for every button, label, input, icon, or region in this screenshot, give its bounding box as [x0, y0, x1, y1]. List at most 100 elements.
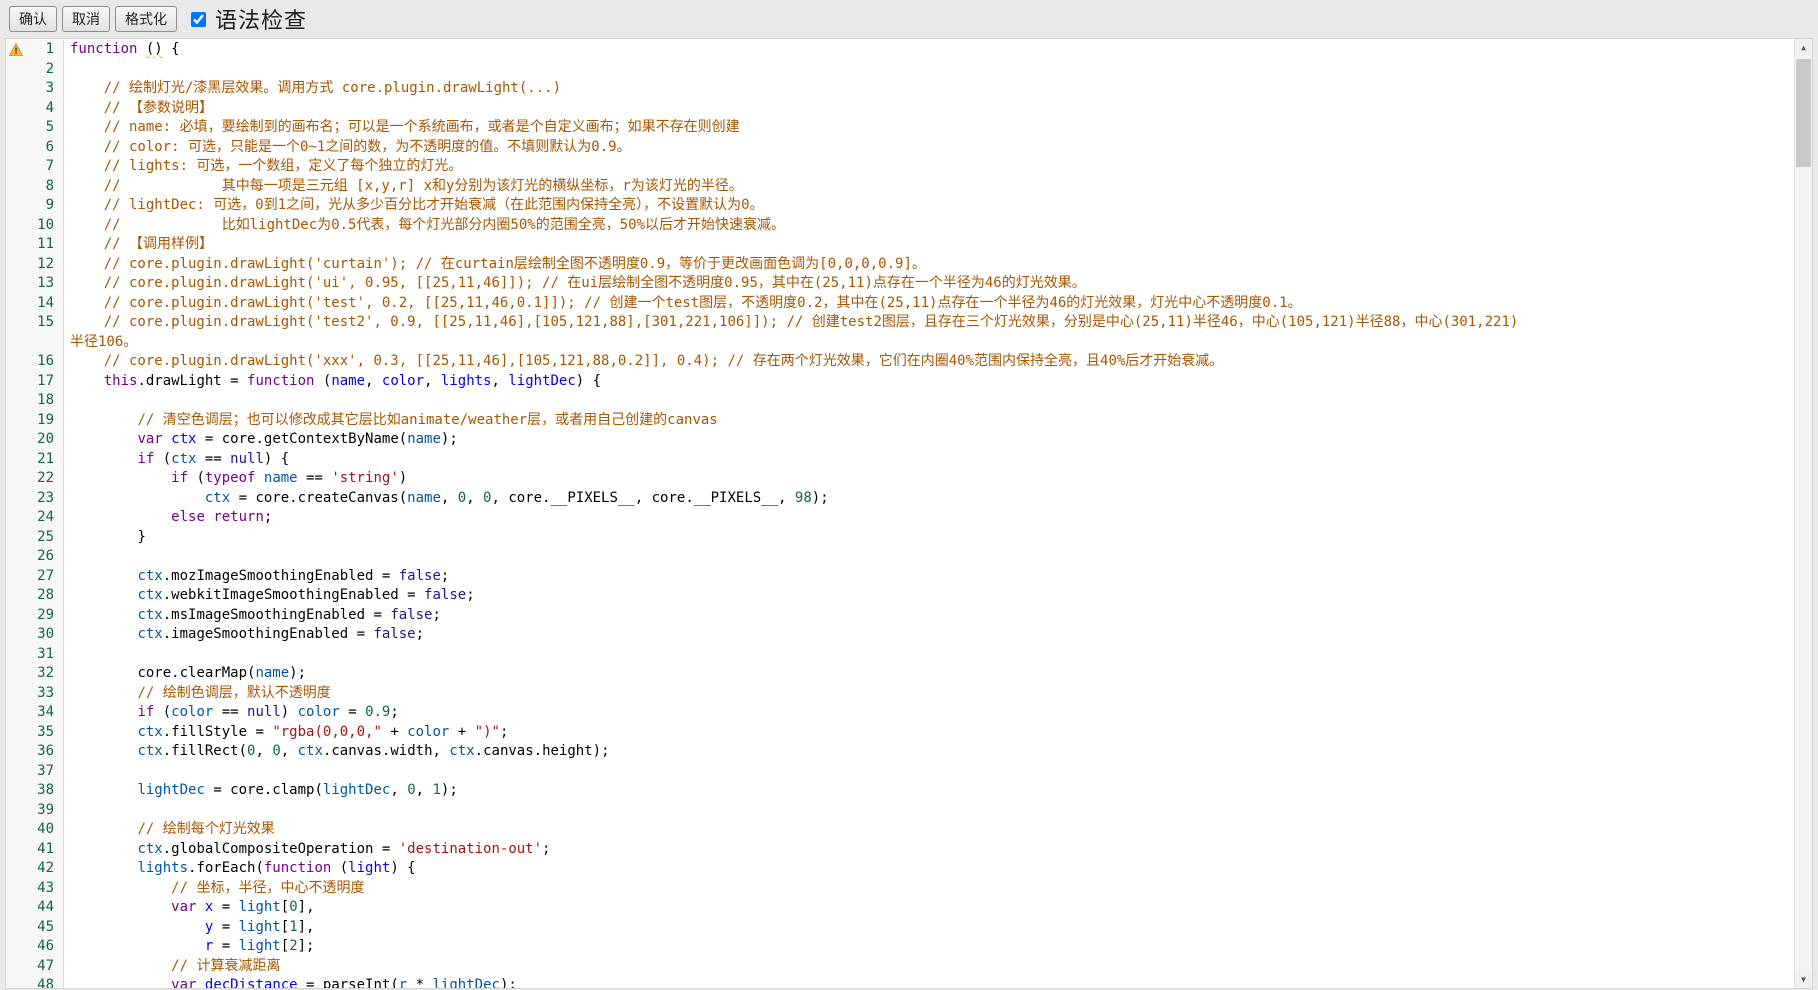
code-line: 31	[6, 645, 1795, 665]
scroll-down-icon[interactable]: ▼	[1795, 971, 1812, 988]
line-number: 47	[6, 957, 63, 977]
gutter-cell: 17	[6, 372, 64, 392]
gutter-cell: 28	[6, 586, 64, 606]
line-number: 14	[6, 294, 63, 314]
gutter-cell: 3	[6, 79, 64, 99]
code-text[interactable]: y = light[1],	[64, 918, 1795, 938]
gutter-cell: 32	[6, 664, 64, 684]
code-text[interactable]: if (color == null) color = 0.9;	[64, 703, 1795, 723]
code-text[interactable]: this.drawLight = function (name, color, …	[64, 372, 1795, 392]
gutter-cell: 39	[6, 801, 64, 821]
code-line: 20 var ctx = core.getContextByName(name)…	[6, 430, 1795, 450]
gutter-cell: 15	[6, 313, 64, 333]
line-number: 19	[6, 411, 63, 431]
line-number: 33	[6, 684, 63, 704]
svg-text:!: !	[14, 47, 18, 56]
code-text[interactable]: // 坐标，半径，中心不透明度	[64, 879, 1795, 899]
code-lines[interactable]: !1function () {23 // 绘制灯光/漆黑层效果。调用方式 cor…	[6, 39, 1795, 989]
confirm-button[interactable]: 确认	[9, 6, 57, 32]
code-text[interactable]: // core.plugin.drawLight('test2', 0.9, […	[64, 313, 1795, 333]
code-text[interactable]: // 【参数说明】	[64, 99, 1795, 119]
code-text[interactable]: 半径106。	[64, 333, 1795, 353]
code-line: 12 // core.plugin.drawLight('curtain'); …	[6, 255, 1795, 275]
code-text[interactable]: r = light[2];	[64, 937, 1795, 957]
gutter-cell: 26	[6, 547, 64, 567]
code-line: 21 if (ctx == null) {	[6, 450, 1795, 470]
scrollbar-thumb[interactable]	[1796, 59, 1811, 167]
code-text[interactable]: // 绘制色调层，默认不透明度	[64, 684, 1795, 704]
code-text[interactable]: var x = light[0],	[64, 898, 1795, 918]
line-number: 38	[6, 781, 63, 801]
code-text[interactable]: ctx.fillRect(0, 0, ctx.canvas.width, ctx…	[64, 742, 1795, 762]
code-line: 35 ctx.fillStyle = "rgba(0,0,0," + color…	[6, 723, 1795, 743]
code-text[interactable]: core.clearMap(name);	[64, 664, 1795, 684]
line-number: 15	[6, 313, 63, 333]
code-line: 26	[6, 547, 1795, 567]
code-line: 33 // 绘制色调层，默认不透明度	[6, 684, 1795, 704]
code-text[interactable]: // 【调用样例】	[64, 235, 1795, 255]
code-text[interactable]: ctx = core.createCanvas(name, 0, 0, core…	[64, 489, 1795, 509]
gutter-cell: 24	[6, 508, 64, 528]
code-text[interactable]: var decDistance = parseInt(r * lightDec)…	[64, 976, 1795, 989]
code-text[interactable]: var ctx = core.getContextByName(name);	[64, 430, 1795, 450]
code-text[interactable]	[64, 762, 1795, 782]
code-text[interactable]: if (ctx == null) {	[64, 450, 1795, 470]
code-text[interactable]: ctx.imageSmoothingEnabled = false;	[64, 625, 1795, 645]
code-text[interactable]: ctx.webkitImageSmoothingEnabled = false;	[64, 586, 1795, 606]
line-number: 24	[6, 508, 63, 528]
code-text[interactable]: // 清空色调层；也可以修改成其它层比如animate/weather层，或者用…	[64, 411, 1795, 431]
code-text[interactable]: // 绘制每个灯光效果	[64, 820, 1795, 840]
code-text[interactable]: lights.forEach(function (light) {	[64, 859, 1795, 879]
code-line: 8 // 其中每一项是三元组 [x,y,r] x和y分别为该灯光的横纵坐标，r为…	[6, 177, 1795, 197]
code-editor[interactable]: !1function () {23 // 绘制灯光/漆黑层效果。调用方式 cor…	[5, 38, 1813, 989]
gutter-cell: 2	[6, 60, 64, 80]
code-text[interactable]: function () {	[64, 40, 1795, 60]
gutter-cell: !1	[6, 40, 64, 60]
vertical-scrollbar[interactable]: ▲ ▼	[1794, 39, 1812, 988]
syntax-check-checkbox[interactable]	[191, 12, 206, 27]
code-text[interactable]	[64, 801, 1795, 821]
code-text[interactable]: // 绘制灯光/漆黑层效果。调用方式 core.plugin.drawLight…	[64, 79, 1795, 99]
line-number: 2	[6, 60, 63, 80]
code-text[interactable]: // 其中每一项是三元组 [x,y,r] x和y分别为该灯光的横纵坐标，r为该灯…	[64, 177, 1795, 197]
code-text[interactable]: }	[64, 528, 1795, 548]
code-text[interactable]	[64, 60, 1795, 80]
code-text[interactable]: ctx.msImageSmoothingEnabled = false;	[64, 606, 1795, 626]
gutter-cell	[6, 333, 64, 353]
gutter-cell: 35	[6, 723, 64, 743]
cancel-button[interactable]: 取消	[62, 6, 110, 32]
code-text[interactable]: // name: 必填，要绘制到的画布名；可以是一个系统画布，或者是个自定义画布…	[64, 118, 1795, 138]
code-text[interactable]: // color: 可选，只能是一个0~1之间的数，为不透明度的值。不填则默认为…	[64, 138, 1795, 158]
code-text[interactable]: // core.plugin.drawLight('curtain'); // …	[64, 255, 1795, 275]
code-text[interactable]	[64, 391, 1795, 411]
code-line: 48 var decDistance = parseInt(r * lightD…	[6, 976, 1795, 989]
code-text[interactable]: else return;	[64, 508, 1795, 528]
code-text[interactable]: // lights: 可选，一个数组，定义了每个独立的灯光。	[64, 157, 1795, 177]
gutter-cell: 41	[6, 840, 64, 860]
code-text[interactable]: ctx.fillStyle = "rgba(0,0,0," + color + …	[64, 723, 1795, 743]
code-text[interactable]: // core.plugin.drawLight('ui', 0.95, [[2…	[64, 274, 1795, 294]
scroll-up-icon[interactable]: ▲	[1795, 39, 1812, 56]
code-text[interactable]: // 计算衰减距离	[64, 957, 1795, 977]
line-number: 41	[6, 840, 63, 860]
line-number: 11	[6, 235, 63, 255]
code-line: 半径106。	[6, 333, 1795, 353]
gutter-cell: 29	[6, 606, 64, 626]
code-text[interactable]: lightDec = core.clamp(lightDec, 0, 1);	[64, 781, 1795, 801]
code-text[interactable]: if (typeof name == 'string')	[64, 469, 1795, 489]
line-number: 17	[6, 372, 63, 392]
code-line: 40 // 绘制每个灯光效果	[6, 820, 1795, 840]
format-button[interactable]: 格式化	[115, 6, 177, 32]
code-text[interactable]: // core.plugin.drawLight('xxx', 0.3, [[2…	[64, 352, 1795, 372]
gutter-cell: 34	[6, 703, 64, 723]
gutter-cell: 43	[6, 879, 64, 899]
code-text[interactable]: ctx.globalCompositeOperation = 'destinat…	[64, 840, 1795, 860]
code-text[interactable]: // core.plugin.drawLight('test', 0.2, [[…	[64, 294, 1795, 314]
code-line: 36 ctx.fillRect(0, 0, ctx.canvas.width, …	[6, 742, 1795, 762]
gutter-cell: 45	[6, 918, 64, 938]
code-text[interactable]	[64, 645, 1795, 665]
code-text[interactable]: ctx.mozImageSmoothingEnabled = false;	[64, 567, 1795, 587]
code-text[interactable]: // 比如lightDec为0.5代表，每个灯光部分内圈50%的范围全亮，50%…	[64, 216, 1795, 236]
code-text[interactable]	[64, 547, 1795, 567]
code-text[interactable]: // lightDec: 可选，0到1之间，光从多少百分比才开始衰减（在此范围内…	[64, 196, 1795, 216]
